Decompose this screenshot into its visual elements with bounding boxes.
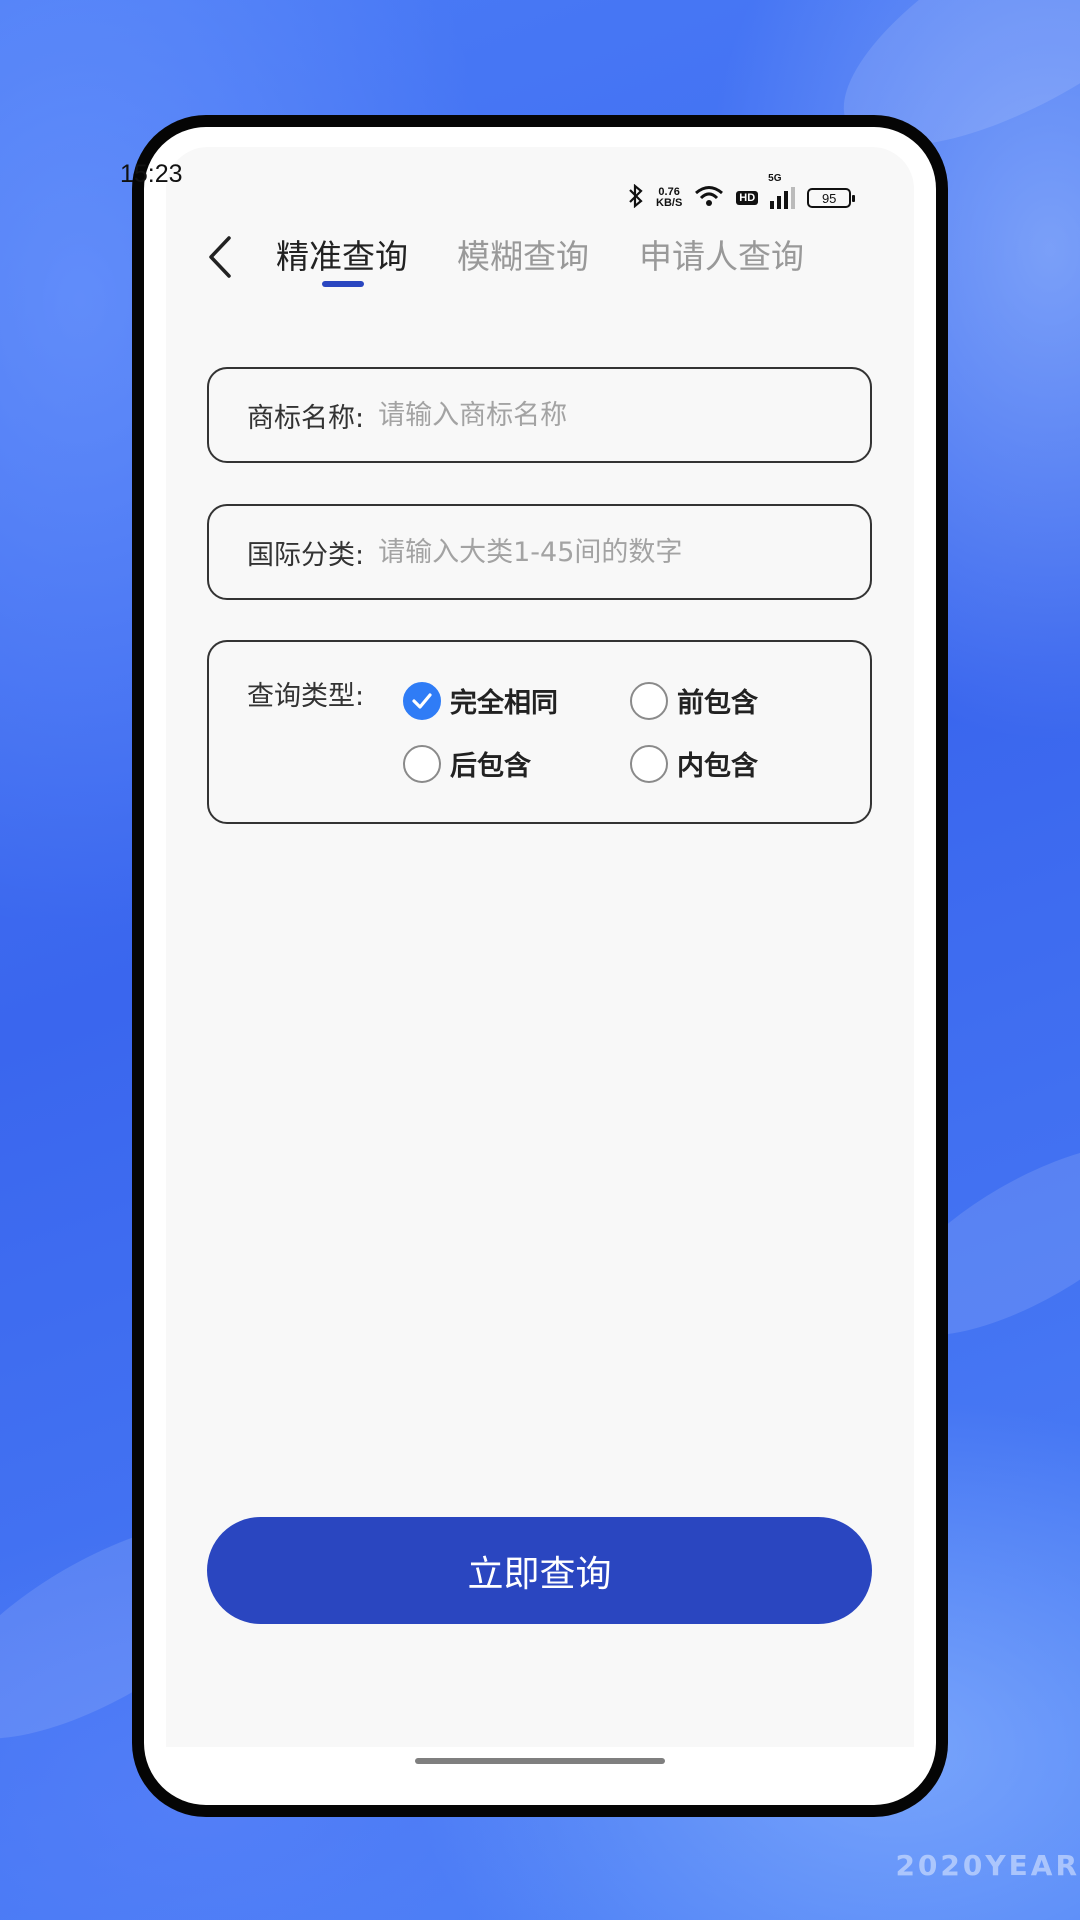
intl-class-field: 国际分类: <box>207 504 872 600</box>
option-contains-match[interactable]: 内包含 <box>630 744 758 783</box>
back-button[interactable] <box>200 232 240 282</box>
checkbox-checked-icon <box>403 681 441 720</box>
cellular-signal-icon: 5G <box>768 173 796 209</box>
status-time: 15:23 <box>120 160 183 188</box>
trademark-name-field: 商标名称: <box>207 367 872 463</box>
intl-class-input[interactable] <box>378 536 819 568</box>
battery-level: 95 <box>821 190 837 206</box>
chevron-left-icon <box>209 236 231 278</box>
network-speed-unit: KB/S <box>656 197 683 209</box>
query-type-label: 查询类型: <box>247 681 365 712</box>
search-now-button[interactable]: 立即查询 <box>207 1517 872 1624</box>
home-indicator[interactable] <box>415 1758 665 1764</box>
hd-badge: HD <box>736 191 759 205</box>
active-tab-indicator <box>322 281 364 287</box>
option-exact-match[interactable]: 完全相同 <box>403 681 558 720</box>
query-type-box: 查询类型: 完全相同 前包含 后包含 内包含 <box>207 640 872 824</box>
bluetooth-icon <box>628 183 644 212</box>
option-suffix-match[interactable]: 后包含 <box>403 744 531 783</box>
intl-class-label: 国际分类: <box>247 539 365 571</box>
option-label: 后包含 <box>450 751 531 782</box>
option-label: 完全相同 <box>450 688 558 719</box>
option-label: 前包含 <box>677 688 758 719</box>
network-speed: 0.76 KB/S <box>656 187 682 209</box>
option-prefix-match[interactable]: 前包含 <box>630 681 758 720</box>
battery-icon: 95 <box>807 188 856 208</box>
tab-fuzzy-query[interactable]: 模糊查询 <box>457 230 589 278</box>
radio-unchecked-icon <box>403 744 441 783</box>
wifi-icon <box>694 185 724 211</box>
tab-applicant-query[interactable]: 申请人查询 <box>639 230 804 278</box>
trademark-name-input[interactable] <box>378 399 819 431</box>
network-type: 5G <box>768 173 782 184</box>
status-icons: 0.76 KB/S HD 5G 95 <box>628 173 856 218</box>
option-label: 内包含 <box>677 751 758 782</box>
watermark: 2020YEAR <box>895 1849 1080 1882</box>
trademark-name-label: 商标名称: <box>247 402 365 434</box>
tab-exact-query[interactable]: 精准查询 <box>276 230 408 278</box>
radio-unchecked-icon <box>630 681 668 720</box>
radio-unchecked-icon <box>630 744 668 783</box>
